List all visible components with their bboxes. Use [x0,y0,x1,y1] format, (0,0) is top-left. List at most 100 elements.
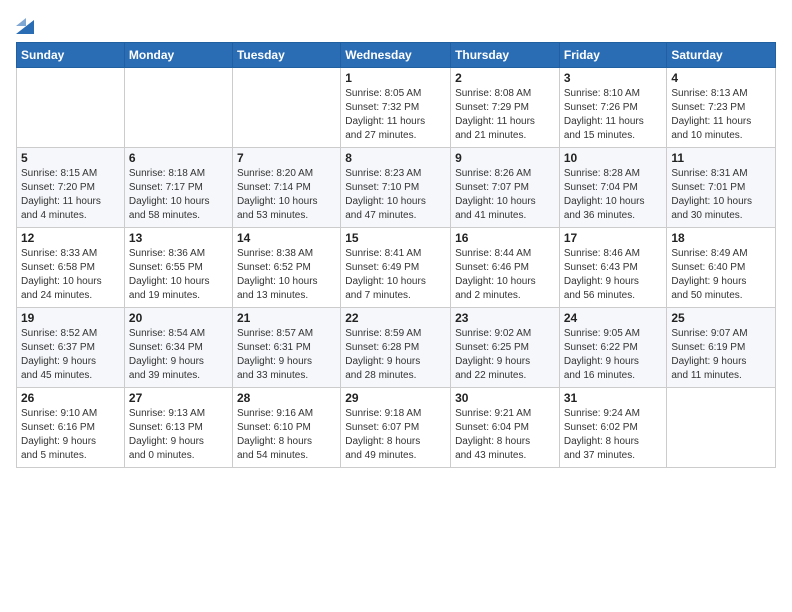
day-cell: 19 Sunrise: 8:52 AM Sunset: 6:37 PM Dayli… [17,308,125,388]
day-cell: 31 Sunrise: 9:24 AM Sunset: 6:02 PM Dayli… [559,388,667,468]
day-info: Sunrise: 9:02 AM Sunset: 6:25 PM Dayligh… [455,327,555,383]
day-number: 12 [21,231,120,245]
day-cell: 25 Sunrise: 9:07 AM Sunset: 6:19 PM Dayli… [667,308,776,388]
day-info: Sunrise: 9:24 AM Sunset: 6:02 PM Dayligh… [564,407,663,463]
day-info: Sunrise: 8:10 AM Sunset: 7:26 PM Dayligh… [564,87,663,143]
day-cell [232,68,340,148]
day-cell: 24 Sunrise: 9:05 AM Sunset: 6:22 PM Dayli… [559,308,667,388]
day-number: 28 [237,391,336,405]
day-info: Sunrise: 9:18 AM Sunset: 6:07 PM Dayligh… [345,407,446,463]
day-cell: 29 Sunrise: 9:18 AM Sunset: 6:07 PM Dayli… [341,388,451,468]
day-info: Sunrise: 8:36 AM Sunset: 6:55 PM Dayligh… [129,247,228,303]
day-info: Sunrise: 8:38 AM Sunset: 6:52 PM Dayligh… [237,247,336,303]
day-number: 7 [237,151,336,165]
day-number: 14 [237,231,336,245]
day-info: Sunrise: 8:57 AM Sunset: 6:31 PM Dayligh… [237,327,336,383]
day-cell [124,68,232,148]
weekday-friday: Friday [559,43,667,68]
day-cell: 20 Sunrise: 8:54 AM Sunset: 6:34 PM Dayli… [124,308,232,388]
day-number: 6 [129,151,228,165]
day-cell: 12 Sunrise: 8:33 AM Sunset: 6:58 PM Dayli… [17,228,125,308]
week-row-4: 19 Sunrise: 8:52 AM Sunset: 6:37 PM Dayli… [17,308,776,388]
day-info: Sunrise: 8:41 AM Sunset: 6:49 PM Dayligh… [345,247,446,303]
day-cell: 2 Sunrise: 8:08 AM Sunset: 7:29 PM Daylig… [451,68,560,148]
logo [16,12,36,34]
day-cell: 23Sunrise: 9:02 AM Sunset: 6:25 PM Dayli… [451,308,560,388]
day-cell: 26 Sunrise: 9:10 AM Sunset: 6:16 PM Dayli… [17,388,125,468]
day-info: Sunrise: 8:54 AM Sunset: 6:34 PM Dayligh… [129,327,228,383]
page: SundayMondayTuesdayWednesdayThursdayFrid… [0,0,792,612]
day-number: 15 [345,231,446,245]
day-number: 27 [129,391,228,405]
day-cell: 14 Sunrise: 8:38 AM Sunset: 6:52 PM Dayli… [232,228,340,308]
day-cell: 30Sunrise: 9:21 AM Sunset: 6:04 PM Dayli… [451,388,560,468]
week-row-1: 1Sunrise: 8:05 AM Sunset: 7:32 PM Daylig… [17,68,776,148]
day-cell: 9 Sunrise: 8:26 AM Sunset: 7:07 PM Daylig… [451,148,560,228]
day-number: 26 [21,391,120,405]
weekday-thursday: Thursday [451,43,560,68]
day-info: Sunrise: 8:26 AM Sunset: 7:07 PM Dayligh… [455,167,555,223]
day-info: Sunrise: 8:20 AM Sunset: 7:14 PM Dayligh… [237,167,336,223]
day-info: Sunrise: 8:13 AM Sunset: 7:23 PM Dayligh… [671,87,771,143]
day-number: 11 [671,151,771,165]
weekday-sunday: Sunday [17,43,125,68]
day-number: 29 [345,391,446,405]
day-cell: 13Sunrise: 8:36 AM Sunset: 6:55 PM Dayli… [124,228,232,308]
day-info: Sunrise: 8:28 AM Sunset: 7:04 PM Dayligh… [564,167,663,223]
day-info: Sunrise: 9:05 AM Sunset: 6:22 PM Dayligh… [564,327,663,383]
day-cell: 21 Sunrise: 8:57 AM Sunset: 6:31 PM Dayli… [232,308,340,388]
weekday-tuesday: Tuesday [232,43,340,68]
day-cell: 15 Sunrise: 8:41 AM Sunset: 6:49 PM Dayli… [341,228,451,308]
day-info: Sunrise: 8:59 AM Sunset: 6:28 PM Dayligh… [345,327,446,383]
day-info: Sunrise: 8:46 AM Sunset: 6:43 PM Dayligh… [564,247,663,303]
day-info: Sunrise: 9:10 AM Sunset: 6:16 PM Dayligh… [21,407,120,463]
day-number: 5 [21,151,120,165]
day-number: 10 [564,151,663,165]
day-info: Sunrise: 8:33 AM Sunset: 6:58 PM Dayligh… [21,247,120,303]
day-info: Sunrise: 9:16 AM Sunset: 6:10 PM Dayligh… [237,407,336,463]
day-number: 3 [564,71,663,85]
day-number: 20 [129,311,228,325]
weekday-header-row: SundayMondayTuesdayWednesdayThursdayFrid… [17,43,776,68]
day-cell: 7 Sunrise: 8:20 AM Sunset: 7:14 PM Daylig… [232,148,340,228]
day-cell: 28 Sunrise: 9:16 AM Sunset: 6:10 PM Dayli… [232,388,340,468]
day-cell: 5Sunrise: 8:15 AM Sunset: 7:20 PM Daylig… [17,148,125,228]
day-info: Sunrise: 9:13 AM Sunset: 6:13 PM Dayligh… [129,407,228,463]
day-cell: 1Sunrise: 8:05 AM Sunset: 7:32 PM Daylig… [341,68,451,148]
day-number: 4 [671,71,771,85]
day-info: Sunrise: 8:05 AM Sunset: 7:32 PM Dayligh… [345,87,446,143]
day-info: Sunrise: 9:07 AM Sunset: 6:19 PM Dayligh… [671,327,771,383]
week-row-5: 26 Sunrise: 9:10 AM Sunset: 6:16 PM Dayli… [17,388,776,468]
weekday-wednesday: Wednesday [341,43,451,68]
day-number: 2 [455,71,555,85]
day-number: 25 [671,311,771,325]
day-cell: 16Sunrise: 8:44 AM Sunset: 6:46 PM Dayli… [451,228,560,308]
day-number: 19 [21,311,120,325]
day-info: Sunrise: 8:23 AM Sunset: 7:10 PM Dayligh… [345,167,446,223]
day-number: 22 [345,311,446,325]
day-number: 31 [564,391,663,405]
day-cell [17,68,125,148]
day-cell: 11Sunrise: 8:31 AM Sunset: 7:01 PM Dayli… [667,148,776,228]
day-info: Sunrise: 8:08 AM Sunset: 7:29 PM Dayligh… [455,87,555,143]
day-cell: 27 Sunrise: 9:13 AM Sunset: 6:13 PM Dayli… [124,388,232,468]
day-number: 24 [564,311,663,325]
day-cell: 18Sunrise: 8:49 AM Sunset: 6:40 PM Dayli… [667,228,776,308]
day-number: 21 [237,311,336,325]
week-row-2: 5Sunrise: 8:15 AM Sunset: 7:20 PM Daylig… [17,148,776,228]
day-cell: 17 Sunrise: 8:46 AM Sunset: 6:43 PM Dayli… [559,228,667,308]
weekday-saturday: Saturday [667,43,776,68]
day-info: Sunrise: 8:52 AM Sunset: 6:37 PM Dayligh… [21,327,120,383]
day-info: Sunrise: 8:18 AM Sunset: 7:17 PM Dayligh… [129,167,228,223]
logo-icon [16,12,34,34]
day-number: 8 [345,151,446,165]
day-cell: 8 Sunrise: 8:23 AM Sunset: 7:10 PM Daylig… [341,148,451,228]
day-cell [667,388,776,468]
day-cell: 22 Sunrise: 8:59 AM Sunset: 6:28 PM Dayli… [341,308,451,388]
day-cell: 10 Sunrise: 8:28 AM Sunset: 7:04 PM Dayli… [559,148,667,228]
header [16,12,776,34]
day-info: Sunrise: 9:21 AM Sunset: 6:04 PM Dayligh… [455,407,555,463]
day-number: 9 [455,151,555,165]
day-number: 17 [564,231,663,245]
day-cell: 3 Sunrise: 8:10 AM Sunset: 7:26 PM Daylig… [559,68,667,148]
